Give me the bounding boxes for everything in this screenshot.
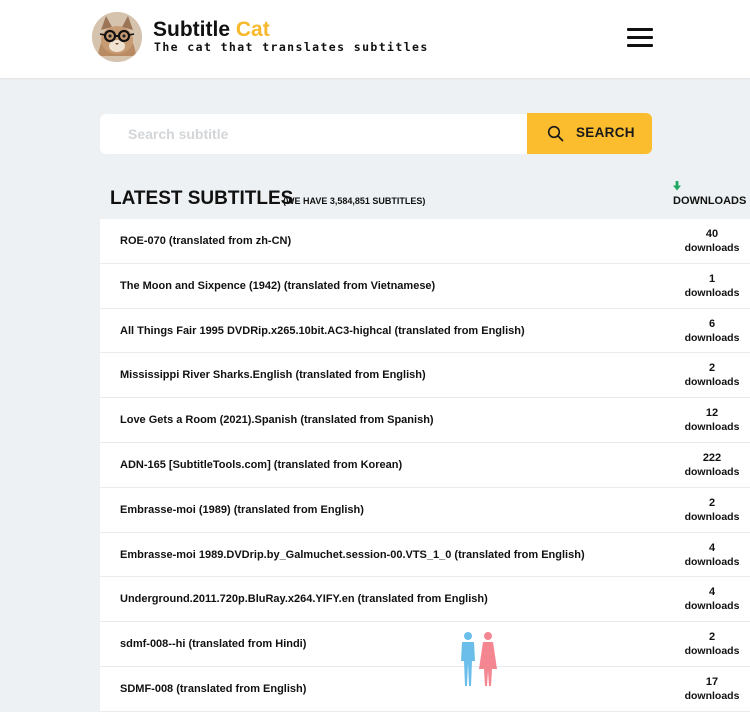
brand-accent: Cat: [235, 18, 270, 41]
subtitle-row[interactable]: ROE-070 (translated from zh-CN) 40 downloa…: [100, 219, 750, 264]
subtitle-row[interactable]: Underground.2011.720p.BluRay.x264.YIFY.e…: [100, 577, 750, 623]
download-count: 6: [708, 317, 716, 330]
download-count-unit: downloads: [684, 242, 740, 254]
subtitle-title-link[interactable]: ROE-070 (translated from zh-CN): [120, 219, 291, 263]
search-input[interactable]: [100, 114, 527, 154]
subtitle-title-link[interactable]: Mississippi River Sharks.English (transl…: [120, 353, 426, 397]
subtitle-row[interactable]: Love Gets a Room (2021).Spanish (transla…: [100, 398, 750, 443]
download-count-unit: downloads: [684, 376, 740, 389]
search-button[interactable]: SEARCH: [527, 113, 652, 154]
subtitle-title-link[interactable]: SDMF-008 (translated from English): [120, 667, 306, 711]
subtitle-title-link[interactable]: ADN-165 [SubtitleTools.com] (translated …: [120, 443, 402, 487]
download-count: 12: [705, 407, 719, 420]
search-icon: [547, 125, 564, 142]
subtitle-total-count: (WE HAVE 3,584,851 SUBTITLES): [283, 196, 426, 206]
people-figures-icon: [461, 632, 497, 686]
download-count: 1: [708, 272, 716, 285]
download-count: 4: [708, 541, 716, 554]
subtitle-row[interactable]: Embrasse-moi (1989) (translated from Eng…: [100, 487, 750, 533]
subtitle-title-link[interactable]: Embrasse-moi 1989.DVDrip.by_Galmuchet.se…: [120, 533, 585, 577]
subtitle-row[interactable]: sdmf-008--hi (translated from Hindi) 2 dow…: [100, 622, 750, 667]
download-count: 2: [708, 496, 716, 509]
downloads-header-label: DOWNLOADS: [673, 195, 747, 207]
download-count-unit: downloads: [684, 286, 740, 299]
hamburger-menu-icon[interactable]: [627, 28, 655, 48]
subtitle-row[interactable]: Mississippi River Sharks.English (transl…: [100, 353, 750, 399]
download-count: 40: [705, 228, 719, 240]
subtitle-title-link[interactable]: All Things Fair 1995 DVDRip.x265.10bit.A…: [120, 309, 525, 353]
subtitle-title-link[interactable]: Love Gets a Room (2021).Spanish (transla…: [120, 398, 434, 442]
subtitle-title-link[interactable]: The Moon and Sixpence (1942) (translated…: [120, 264, 435, 308]
download-count-unit: downloads: [684, 645, 740, 658]
subtitle-title-link[interactable]: sdmf-008--hi (translated from Hindi): [120, 622, 306, 666]
download-count-unit: downloads: [684, 510, 740, 523]
subtitle-title-link[interactable]: Embrasse-moi (1989) (translated from Eng…: [120, 488, 364, 532]
subtitle-list: ROE-070 (translated from zh-CN) 40 downloa…: [100, 219, 750, 712]
subtitle-row[interactable]: All Things Fair 1995 DVDRip.x265.10bit.A…: [100, 308, 750, 354]
subtitle-row[interactable]: Embrasse-moi 1989.DVDrip.by_Galmuchet.se…: [100, 532, 750, 578]
download-count: 2: [708, 631, 716, 644]
subtitle-title-link[interactable]: Underground.2011.720p.BluRay.x264.YIFY.e…: [120, 577, 488, 621]
download-count: 17: [705, 675, 719, 688]
download-count: 4: [708, 586, 716, 599]
arrow-down-icon: [673, 181, 681, 191]
download-count: 2: [708, 362, 716, 375]
download-count-unit: downloads: [684, 555, 740, 568]
download-count-unit: downloads: [684, 331, 740, 344]
cat-avatar-icon[interactable]: [92, 12, 142, 62]
subtitle-row[interactable]: ADN-165 [SubtitleTools.com] (translated …: [100, 442, 750, 488]
download-count-unit: downloads: [684, 600, 740, 613]
brand-main: Subtitle: [153, 18, 230, 41]
brand-name[interactable]: Subtitle Cat: [153, 18, 270, 42]
subtitle-row[interactable]: SDMF-008 (translated from English) 17 down…: [100, 666, 750, 712]
brand-tagline: The cat that translates subtitles: [154, 40, 429, 54]
search-button-label: SEARCH: [576, 125, 635, 140]
site-header: Subtitle Cat The cat that translates sub…: [0, 0, 750, 78]
subtitle-row[interactable]: The Moon and Sixpence (1942) (translated…: [100, 263, 750, 309]
download-count-unit: downloads: [684, 465, 740, 478]
download-count: 222: [702, 451, 722, 464]
download-count-unit: downloads: [684, 421, 740, 434]
download-count-unit: downloads: [684, 689, 740, 702]
latest-subtitles-heading: LATEST SUBTITLES: [110, 188, 294, 209]
